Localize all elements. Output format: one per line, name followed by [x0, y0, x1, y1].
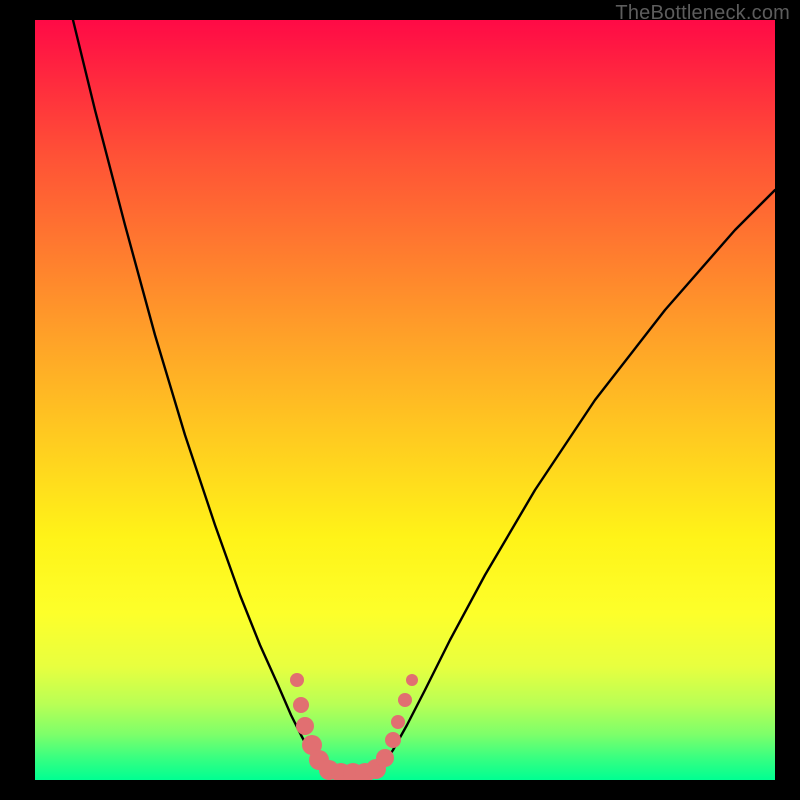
- data-point: [385, 732, 401, 748]
- chart-overlay: [35, 20, 775, 780]
- bottleneck-curves: [73, 20, 775, 772]
- data-point: [293, 697, 309, 713]
- bottleneck-curve: [73, 20, 775, 772]
- data-point: [290, 673, 304, 687]
- data-point: [398, 693, 412, 707]
- chart-frame: TheBottleneck.com: [0, 0, 800, 800]
- plot-area: [35, 20, 775, 780]
- data-point: [376, 749, 394, 767]
- data-point: [296, 717, 314, 735]
- data-point: [406, 674, 418, 686]
- data-point-markers: [290, 673, 418, 780]
- data-point: [391, 715, 405, 729]
- watermark-text: TheBottleneck.com: [615, 2, 790, 25]
